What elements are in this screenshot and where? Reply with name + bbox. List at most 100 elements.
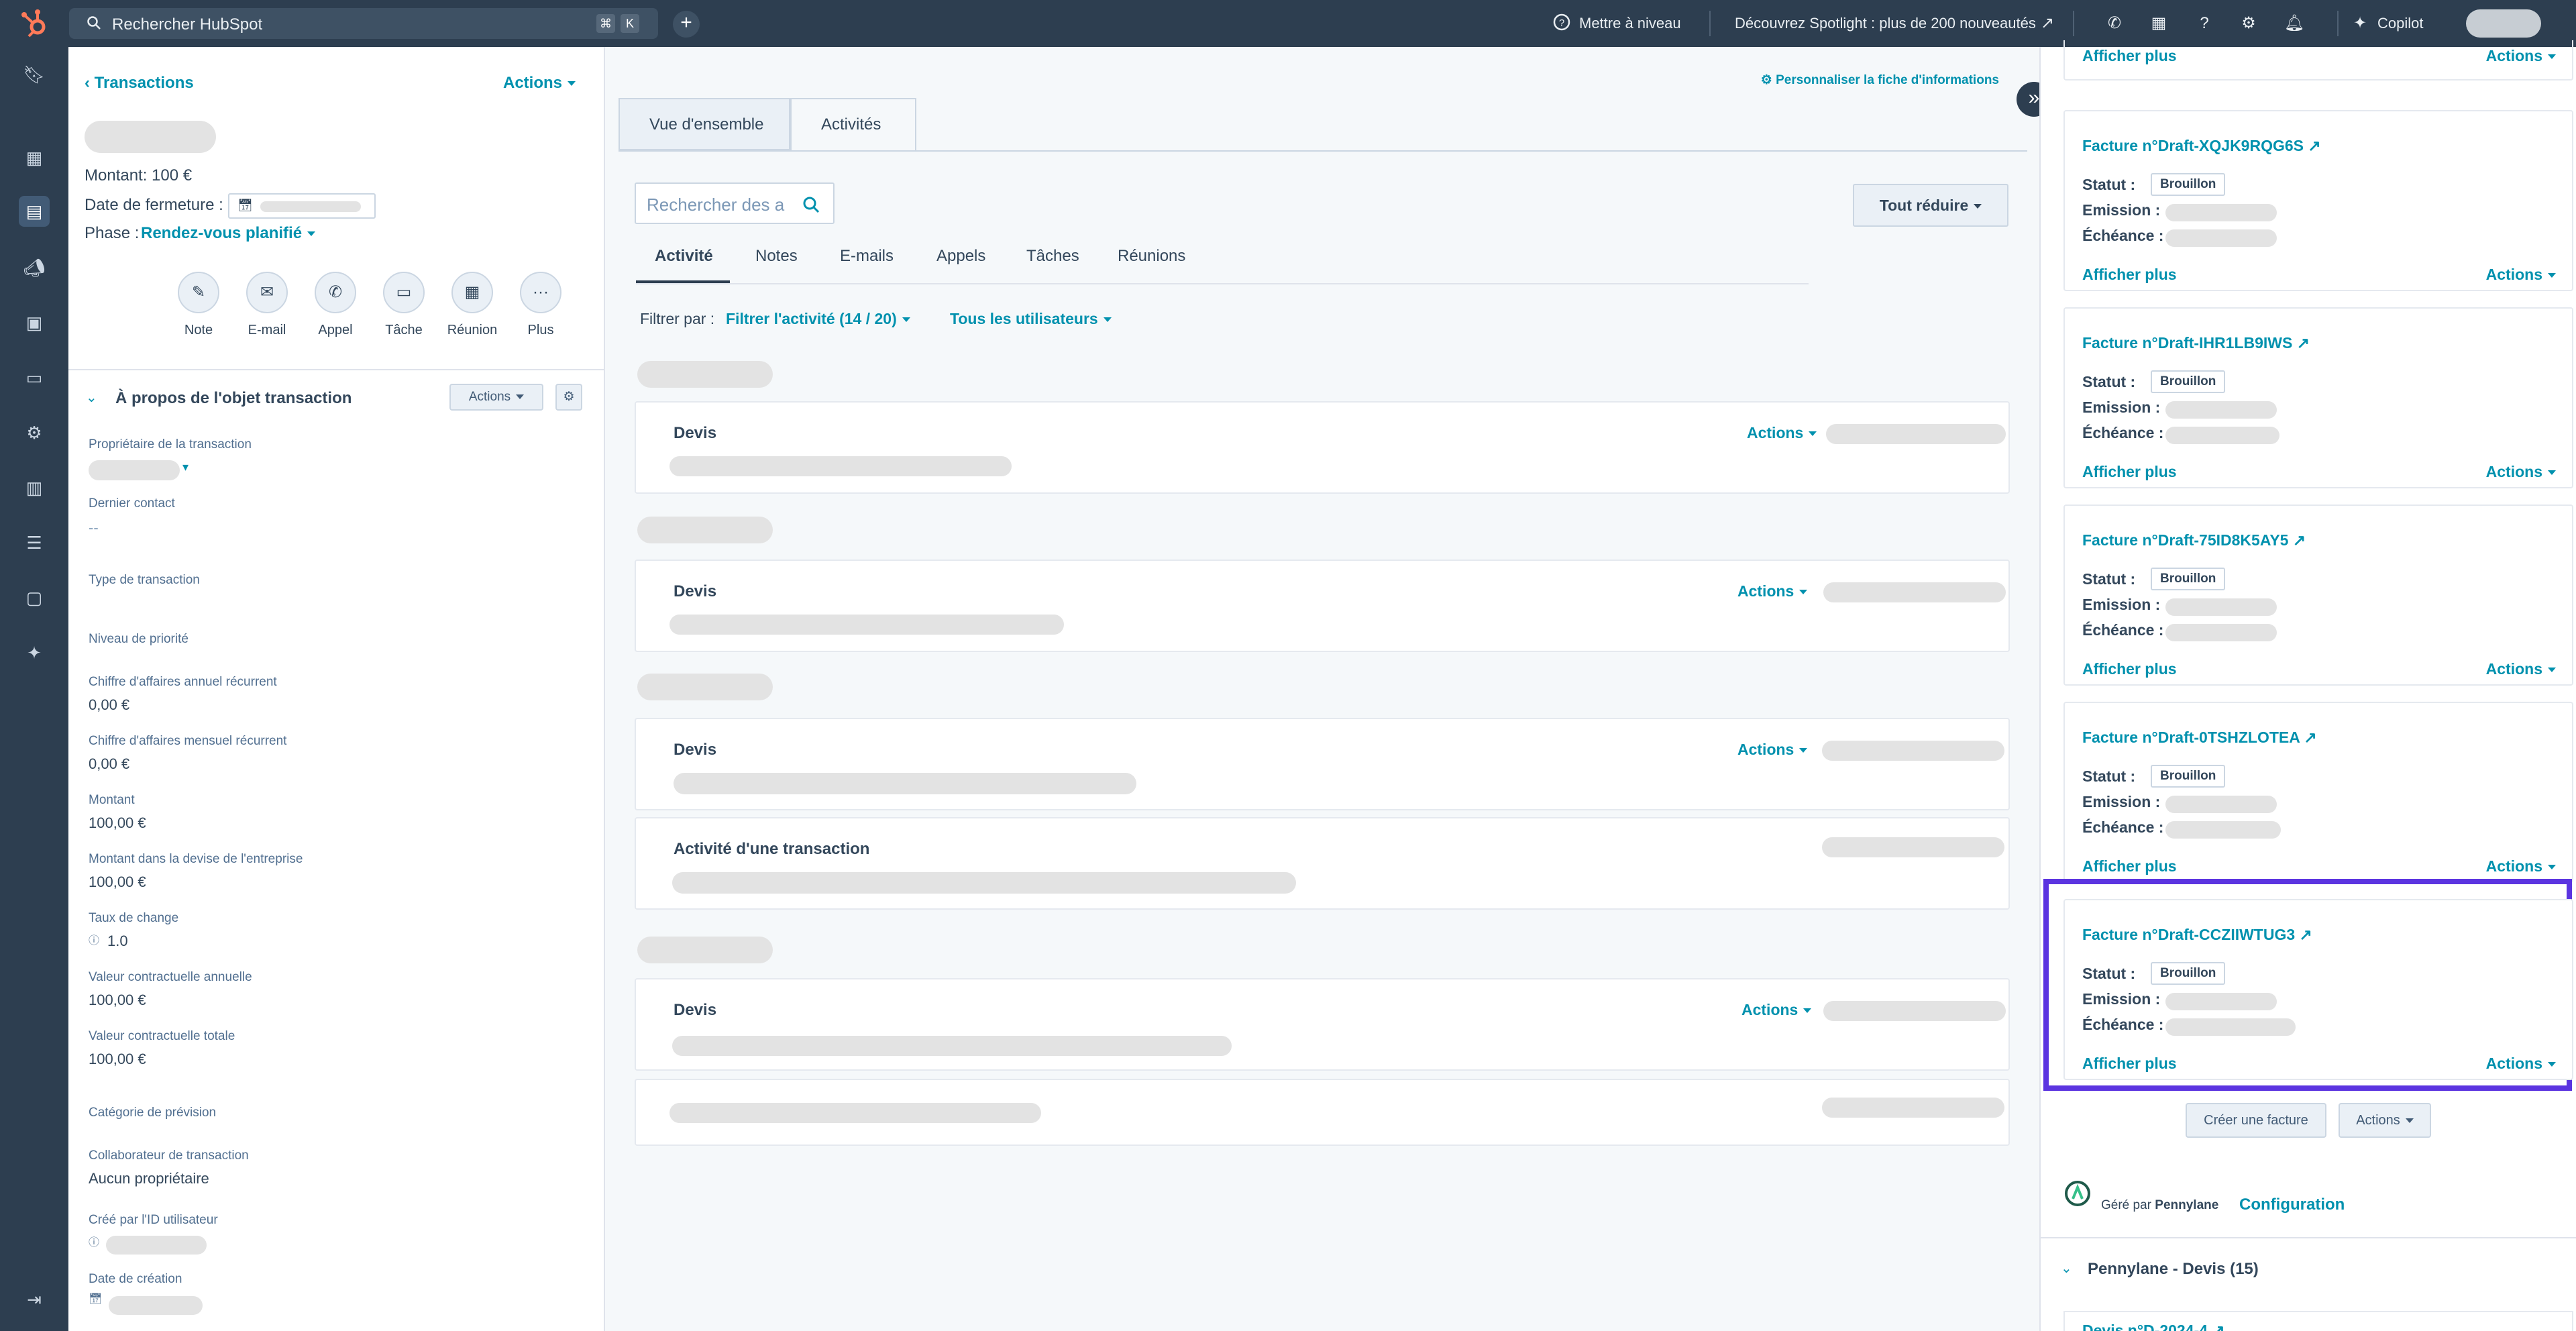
- subtab-activity[interactable]: Activité: [655, 247, 713, 266]
- content-icon[interactable]: ▣: [19, 307, 50, 338]
- due-date-placeholder: [2165, 624, 2277, 641]
- library-folder-icon[interactable]: ▢: [19, 582, 50, 613]
- date-divider-placeholder: [637, 674, 773, 700]
- invoice-title-link[interactable]: Facture n°Draft-0TSHZLOTEA ↗: [2082, 729, 2317, 747]
- global-search-input[interactable]: Rechercher HubSpot ⌘ K: [69, 8, 658, 39]
- field-value-amount[interactable]: 100,00 €: [89, 814, 146, 832]
- workspaces-grid-icon[interactable]: ▦: [19, 142, 50, 173]
- activity-card-actions[interactable]: Actions: [1737, 741, 1808, 759]
- invoice-title: Facture n°Draft-0TSHZLOTEA: [2082, 729, 2300, 746]
- activity-card[interactable]: Devis Actions: [635, 560, 2010, 652]
- invoices-actions-button[interactable]: Actions: [2339, 1103, 2431, 1138]
- upgrade-link[interactable]: Mettre à niveau: [1579, 15, 1681, 32]
- actions-label: Actions: [2485, 1055, 2542, 1072]
- invoice-actions-button[interactable]: Actions: [2486, 857, 2556, 875]
- back-to-transactions-link[interactable]: ‹ Transactions: [85, 74, 194, 93]
- quotes-section-title[interactable]: Pennylane - Devis (15): [2088, 1260, 2259, 1279]
- actions-label: Actions: [1747, 424, 1804, 441]
- activity-card[interactable]: Devis Actions: [635, 978, 2010, 1071]
- quick-action-task[interactable]: ▭ Tâche: [370, 272, 437, 338]
- phone-icon[interactable]: ✆: [2104, 13, 2125, 34]
- about-section-title[interactable]: À propos de l'objet transaction: [115, 389, 352, 408]
- activity-card-actions[interactable]: Actions: [1747, 424, 1817, 442]
- activity-card-actions[interactable]: Actions: [1737, 582, 1808, 600]
- invoice-actions-button[interactable]: Actions: [2486, 660, 2556, 678]
- field-value-tcv[interactable]: 100,00 €: [89, 1051, 146, 1068]
- show-more-link[interactable]: Afficher plus: [2082, 463, 2177, 481]
- invoice-actions-button[interactable]: Actions: [2486, 463, 2556, 481]
- copilot-button[interactable]: Copilot: [2377, 15, 2423, 32]
- activity-card[interactable]: Devis Actions: [635, 401, 2010, 494]
- create-invoice-button[interactable]: Créer une facture: [2186, 1103, 2326, 1138]
- quick-action-meeting[interactable]: ▦ Réunion: [439, 272, 506, 338]
- marketplace-icon[interactable]: ▦: [2148, 13, 2169, 34]
- subtab-emails[interactable]: E-mails: [840, 247, 894, 266]
- invoice-title-link[interactable]: Facture n°Draft-XQJK9RQG6S ↗: [2082, 137, 2321, 155]
- activity-column: ⚙ Personnaliser la fiche d'informations …: [606, 47, 2051, 1331]
- invoice-title-link[interactable]: Facture n°Draft-IHR1LB9IWS ↗: [2082, 334, 2310, 352]
- bookmark-icon[interactable]: 🔖︎: [19, 59, 50, 90]
- activity-card[interactable]: [635, 1079, 2010, 1146]
- tab-activities[interactable]: Activités: [790, 98, 916, 152]
- about-actions-button[interactable]: Actions: [449, 384, 543, 411]
- chevron-down-icon[interactable]: ⌄: [2061, 1260, 2072, 1277]
- field-value-acv[interactable]: 100,00 €: [89, 992, 146, 1009]
- show-more-link[interactable]: Afficher plus: [2082, 857, 2177, 875]
- activity-search-input[interactable]: Rechercher des a: [635, 182, 835, 224]
- subtab-tasks[interactable]: Tâches: [1026, 247, 1079, 266]
- quick-action-more[interactable]: ··· Plus: [507, 272, 574, 338]
- subtab-meetings[interactable]: Réunions: [1118, 247, 1185, 266]
- breeze-sparkle-icon[interactable]: ✦: [19, 637, 50, 668]
- reporting-chart-icon[interactable]: ▥: [19, 472, 50, 503]
- quick-action-email[interactable]: ✉ E-mail: [233, 272, 301, 338]
- expand-sidebar-icon[interactable]: ⇥: [19, 1284, 50, 1315]
- field-value-arr[interactable]: 0,00 €: [89, 696, 129, 714]
- owner-dropdown-caret-icon[interactable]: ▾: [182, 460, 189, 474]
- hubspot-logo-icon[interactable]: [16, 7, 54, 40]
- data-management-icon[interactable]: ☰: [19, 527, 50, 558]
- activity-card[interactable]: Devis Actions: [635, 718, 2010, 810]
- quote-title-link[interactable]: Devis n°D-2024-4 ↗: [2082, 1322, 2225, 1331]
- notifications-bell-icon[interactable]: 🔔︎: [2284, 13, 2305, 34]
- phase-value: Rendez-vous planifié: [141, 224, 303, 242]
- phase-dropdown[interactable]: Rendez-vous planifié: [141, 224, 316, 243]
- customize-record-link[interactable]: ⚙ Personnaliser la fiche d'informations: [1761, 72, 1999, 88]
- all-users-dropdown[interactable]: Tous les utilisateurs: [950, 310, 1112, 328]
- settings-gear-icon[interactable]: ⚙: [555, 384, 582, 411]
- quick-action-call[interactable]: ✆ Appel: [302, 272, 369, 338]
- commerce-wallet-icon[interactable]: ▭: [19, 362, 50, 393]
- show-more-link[interactable]: Afficher plus: [2082, 47, 2177, 65]
- invoice-title-link[interactable]: Facture n°Draft-CCZIIWTUG3 ↗: [2082, 926, 2312, 944]
- help-icon[interactable]: ?: [2194, 13, 2215, 34]
- activity-card-actions[interactable]: Actions: [1741, 1001, 1812, 1019]
- spotlight-link[interactable]: Découvrez Spotlight : plus de 200 nouvea…: [1735, 15, 2036, 32]
- tab-overview[interactable]: Vue d'ensemble: [619, 98, 790, 150]
- settings-gear-icon[interactable]: ⚙: [2238, 13, 2259, 34]
- invoice-title-link[interactable]: Facture n°Draft-75ID8K5AY5 ↗: [2082, 531, 2306, 549]
- chevron-down-icon[interactable]: ⌄: [86, 389, 97, 406]
- marketing-megaphone-icon[interactable]: 📣︎: [19, 252, 50, 283]
- collapse-all-button[interactable]: Tout réduire: [1853, 184, 2008, 227]
- subtab-calls[interactable]: Appels: [936, 247, 985, 266]
- invoice-actions-button[interactable]: Actions: [2486, 47, 2556, 65]
- show-more-link[interactable]: Afficher plus: [2082, 1055, 2177, 1073]
- subtab-notes[interactable]: Notes: [755, 247, 798, 266]
- user-avatar[interactable]: [2466, 9, 2541, 38]
- section-divider: [68, 369, 604, 370]
- configuration-link[interactable]: Configuration: [2239, 1195, 2345, 1214]
- owner-value-placeholder[interactable]: [89, 460, 180, 480]
- field-value-collaborator[interactable]: Aucun propriétaire: [89, 1170, 209, 1187]
- invoice-actions-button[interactable]: Actions: [2486, 266, 2556, 284]
- close-date-field[interactable]: 📅︎: [228, 193, 376, 219]
- invoice-actions-button[interactable]: Actions: [2486, 1055, 2556, 1073]
- show-more-link[interactable]: Afficher plus: [2082, 660, 2177, 678]
- automation-icon[interactable]: ⚙: [19, 417, 50, 448]
- record-actions-button[interactable]: Actions: [503, 74, 576, 93]
- filter-activity-dropdown[interactable]: Filtrer l'activité (14 / 20): [726, 310, 910, 328]
- activity-card[interactable]: Activité d'une transaction: [635, 817, 2010, 910]
- field-value-mrr[interactable]: 0,00 €: [89, 755, 129, 773]
- quick-action-note[interactable]: ✎ Note: [165, 272, 232, 338]
- show-more-link[interactable]: Afficher plus: [2082, 266, 2177, 284]
- create-new-button[interactable]: +: [673, 11, 700, 38]
- crm-contacts-icon[interactable]: ▤: [19, 196, 50, 227]
